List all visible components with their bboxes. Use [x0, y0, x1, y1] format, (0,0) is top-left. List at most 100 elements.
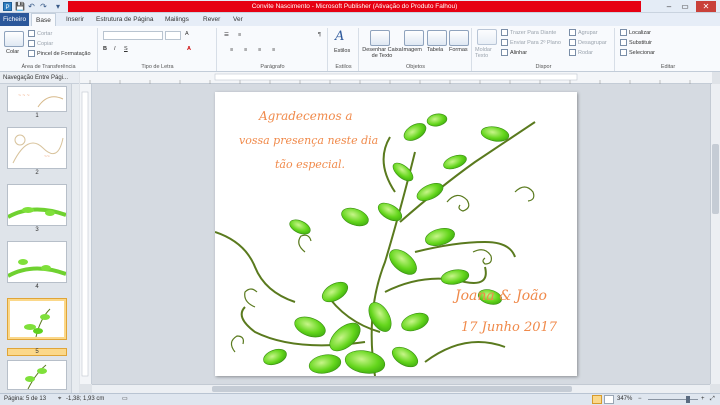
- redo-icon[interactable]: ↷: [39, 2, 48, 11]
- thanks-line-2[interactable]: vossa presença neste dia: [239, 134, 378, 147]
- nav-scrollbar[interactable]: [71, 84, 79, 393]
- bullets-icon[interactable]: ☰: [224, 32, 229, 38]
- wrap-text-icon: [477, 29, 497, 45]
- tab-view[interactable]: Ver: [229, 13, 247, 26]
- tab-home[interactable]: Base: [31, 13, 56, 26]
- page-number-1: 1: [35, 113, 39, 119]
- tab-file[interactable]: Ficheiro: [0, 13, 29, 26]
- styles-icon: A: [335, 29, 345, 44]
- page-indicator[interactable]: Página: 5 de 13: [4, 394, 46, 405]
- zoom-slider-thumb[interactable]: [686, 396, 690, 403]
- group-font: A B I S A Tipo de Letra: [99, 28, 217, 71]
- bold-button[interactable]: B: [103, 46, 107, 52]
- thanks-line-3[interactable]: tão especial.: [275, 158, 345, 171]
- zoom-slider[interactable]: [648, 399, 698, 400]
- svg-text:~ ~ ~: ~ ~ ~: [18, 93, 30, 99]
- zoom-in-icon[interactable]: +: [701, 394, 705, 405]
- zoom-out-icon[interactable]: −: [638, 394, 642, 405]
- select-icon: [620, 49, 627, 56]
- group-label-objects: Objetos: [406, 64, 425, 70]
- tab-review[interactable]: Rever: [199, 13, 224, 26]
- cursor-position: -1,38; 1,93 cm: [66, 396, 105, 402]
- vertical-scrollbar[interactable]: [710, 84, 720, 384]
- italic-button[interactable]: I: [114, 46, 116, 52]
- group-label-font: Tipo de Letra: [141, 64, 174, 70]
- align-icon: [501, 49, 508, 56]
- font-color-button[interactable]: A: [187, 46, 191, 52]
- ungroup-button[interactable]: Desagrupar: [569, 39, 607, 46]
- tab-mailings[interactable]: Mailings: [161, 13, 193, 26]
- styles-button[interactable]: Estilos: [334, 48, 350, 54]
- copy-icon: [28, 40, 35, 47]
- group-editing: Localizar Substituir Selecionar Editar: [616, 28, 720, 71]
- align-center-icon[interactable]: ≡: [244, 47, 247, 53]
- horizontal-ruler: [80, 72, 712, 84]
- rotate-button[interactable]: Rodar: [569, 49, 593, 56]
- page-number-5: 5: [7, 348, 67, 356]
- table-button[interactable]: Tabela: [427, 47, 443, 53]
- font-name-box[interactable]: [103, 31, 163, 40]
- page-thumbnail-4[interactable]: [7, 241, 67, 283]
- bring-forward-button[interactable]: Trazer Para Diante: [501, 29, 556, 36]
- send-backward-button[interactable]: Enviar Para 2º Plano: [501, 39, 561, 46]
- draw-text-box-button[interactable]: Desenhar Caixa de Texto: [362, 47, 402, 59]
- qat-dropdown-icon[interactable]: ▾: [51, 2, 65, 11]
- copy-button[interactable]: Copiar: [28, 40, 53, 47]
- replace-button[interactable]: Substituir: [620, 39, 652, 46]
- justify-icon[interactable]: ≡: [272, 47, 275, 53]
- text-box-icon: [370, 30, 390, 46]
- font-size-box[interactable]: [165, 31, 181, 40]
- svg-text:P: P: [5, 5, 9, 11]
- page-number-2: 2: [35, 170, 39, 176]
- group-button[interactable]: Agrupar: [569, 29, 598, 36]
- publication-page[interactable]: Agradecemos a vossa presença neste dia t…: [215, 92, 577, 376]
- align-button[interactable]: Alinhar: [501, 49, 527, 56]
- align-right-icon[interactable]: ≡: [258, 47, 261, 53]
- align-left-icon[interactable]: ≡: [230, 47, 233, 53]
- undo-icon[interactable]: ↶: [27, 2, 36, 11]
- event-date[interactable]: 17 Junho 2017: [461, 320, 557, 335]
- send-backward-icon: [501, 39, 508, 46]
- close-icon[interactable]: ✕: [696, 1, 716, 12]
- paste-button[interactable]: Colar: [6, 49, 19, 55]
- pilcrow-icon[interactable]: ¶: [318, 32, 321, 38]
- group-objects: Desenhar Caixa de Texto Imagem Tabela Fo…: [360, 28, 472, 71]
- tab-page-design[interactable]: Estrutura de Página: [92, 13, 157, 26]
- two-page-view-icon[interactable]: [604, 395, 614, 404]
- group-styles: A Estilos Estilos: [329, 28, 359, 71]
- maximize-icon[interactable]: ▭: [678, 1, 692, 12]
- zoom-level[interactable]: 347%: [617, 394, 632, 405]
- horizontal-scrollbar[interactable]: [92, 384, 710, 393]
- shapes-icon: [449, 30, 469, 46]
- numbering-icon[interactable]: ≡: [238, 32, 241, 38]
- group-label-styles: Estilos: [335, 64, 352, 70]
- group-arrange: Moldar Texto Trazer Para Diante Enviar P…: [473, 28, 615, 71]
- page-thumbnail-3[interactable]: [7, 184, 67, 226]
- page-thumbnail-2[interactable]: ~~: [7, 127, 67, 169]
- thanks-line-1[interactable]: Agradecemos a: [259, 109, 353, 123]
- wrap-text-button[interactable]: Moldar Texto: [475, 47, 499, 59]
- binoculars-icon: [620, 29, 627, 36]
- publisher-logo-icon: P: [3, 2, 12, 11]
- tab-insert[interactable]: Inserir: [62, 13, 88, 26]
- format-painter-button[interactable]: Pincel de Formatação: [28, 50, 91, 57]
- single-page-view-icon[interactable]: [592, 395, 602, 404]
- couple-names[interactable]: Joana & João: [455, 288, 547, 304]
- fit-page-icon[interactable]: ⤢: [710, 394, 715, 405]
- group-paragraph: ☰ ≡ ¶ ≡ ≡ ≡ ≡ Parágrafo: [218, 28, 328, 71]
- underline-button[interactable]: S: [124, 46, 128, 52]
- save-icon[interactable]: 💾: [15, 2, 25, 11]
- horizontal-scroll-thumb[interactable]: [212, 386, 572, 392]
- vertical-scroll-thumb[interactable]: [712, 144, 719, 214]
- page-thumbnail-1[interactable]: ~ ~ ~: [7, 86, 67, 112]
- select-button[interactable]: Selecionar: [620, 49, 655, 56]
- page-thumbnail-6[interactable]: [7, 360, 67, 390]
- grow-font-button[interactable]: A: [185, 31, 189, 37]
- cut-button[interactable]: Cortar: [28, 30, 52, 37]
- minimize-icon[interactable]: –: [662, 1, 676, 12]
- page-thumbnail-5[interactable]: [7, 298, 67, 340]
- picture-button[interactable]: Imagem: [402, 47, 422, 53]
- paste-icon[interactable]: [4, 31, 24, 47]
- find-button[interactable]: Localizar: [620, 29, 651, 36]
- shapes-button[interactable]: Formas: [449, 47, 468, 53]
